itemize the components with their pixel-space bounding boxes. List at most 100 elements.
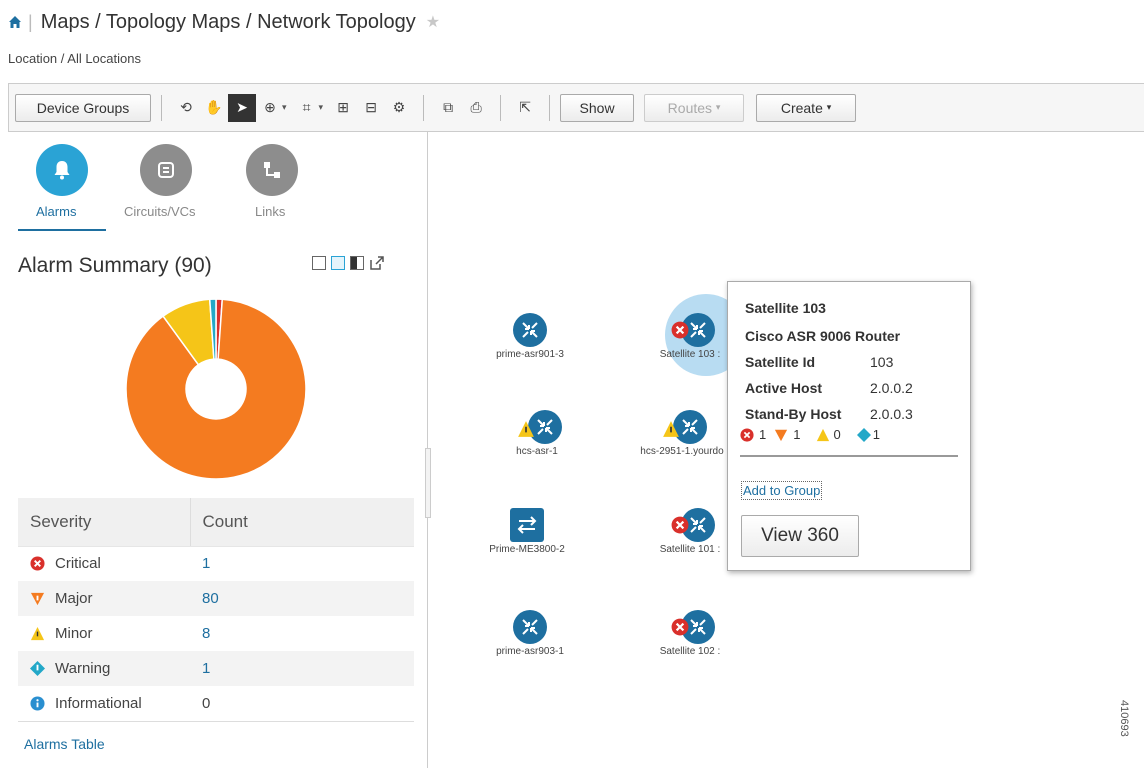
- tab-circuits-label[interactable]: Circuits/VCs: [124, 204, 196, 219]
- figure-id: 410693: [1118, 700, 1130, 737]
- node-label: prime-asr903-1: [496, 646, 564, 657]
- count-value[interactable]: 1: [190, 651, 414, 686]
- select-pointer-icon[interactable]: ➤: [228, 93, 256, 122]
- add-to-group-link[interactable]: Add to Group: [741, 481, 823, 500]
- table-row[interactable]: Critical 1: [18, 546, 414, 581]
- breadcrumb: Maps / Topology Maps / Network Topology: [40, 10, 416, 33]
- warning-icon: [856, 427, 871, 442]
- major-icon: [30, 592, 45, 606]
- warning-count: 1: [872, 427, 880, 442]
- node-prime-me3800-2[interactable]: Prime-ME3800-2: [462, 508, 592, 555]
- severity-label: Critical: [55, 555, 101, 573]
- node-hcs-asr-1[interactable]: hcs-asr-1: [472, 410, 602, 457]
- count-value[interactable]: 1: [190, 546, 414, 581]
- count-value[interactable]: 8: [190, 616, 414, 651]
- routes-label: Routes: [667, 99, 713, 116]
- router-icon: [513, 313, 547, 347]
- active-tab-indicator: [18, 229, 106, 231]
- count-value[interactable]: 80: [190, 581, 414, 616]
- major-icon: [775, 429, 788, 441]
- export-icon[interactable]: ⇱: [511, 94, 539, 122]
- zoom-icon[interactable]: ⊕: [256, 94, 284, 122]
- refresh-icon[interactable]: ⟲: [172, 94, 200, 122]
- routes-dropdown-icon: ▾: [715, 102, 721, 112]
- routes-button[interactable]: Routes ▾: [644, 93, 745, 122]
- layout-dropdown-icon[interactable]: ▾: [319, 102, 324, 113]
- node-label: prime-asr901-3: [496, 349, 564, 360]
- critical-count: 1: [759, 427, 767, 442]
- tab-alarms-label[interactable]: Alarms: [36, 204, 76, 219]
- layout-half-icon[interactable]: [350, 256, 364, 270]
- tab-links-label[interactable]: Links: [255, 204, 285, 219]
- severity-label: Informational: [55, 695, 142, 712]
- tab-circuits[interactable]: [140, 144, 192, 196]
- satellite-id-label: Satellite Id: [745, 354, 816, 370]
- major-count: 1: [793, 427, 801, 442]
- minor-alarm-icon: [663, 421, 679, 437]
- minor-icon: [817, 428, 830, 441]
- satellite-id-value: 103: [870, 354, 894, 370]
- location-breadcrumb[interactable]: Location / All Locations: [8, 51, 141, 66]
- link-icon: [264, 162, 280, 178]
- layout-split-icon[interactable]: [331, 256, 345, 270]
- table-row[interactable]: Warning 1: [18, 651, 414, 686]
- warning-icon: [30, 661, 45, 676]
- device-groups-button[interactable]: Device Groups: [15, 93, 151, 122]
- popup-device-type: Cisco ASR 9006 Router: [745, 328, 901, 344]
- table-row[interactable]: Informational 0: [18, 686, 414, 721]
- severity-label: Major: [55, 590, 93, 607]
- bell-icon: [54, 161, 70, 180]
- node-prime-asr901-3[interactable]: prime-asr901-3: [465, 313, 595, 360]
- network-icon[interactable]: ⚙: [385, 94, 413, 122]
- popout-icon[interactable]: [369, 255, 385, 271]
- create-button[interactable]: Create ▾: [756, 93, 857, 122]
- node-prime-asr903-1[interactable]: prime-asr903-1: [465, 610, 595, 657]
- header-separator: |: [28, 11, 33, 32]
- alarms-table-link[interactable]: Alarms Table: [24, 736, 105, 752]
- standby-host-label: Stand-By Host: [745, 406, 842, 422]
- tab-links[interactable]: [246, 144, 298, 196]
- minor-icon: [30, 626, 45, 641]
- toolbar-separator: [549, 94, 551, 121]
- table-row[interactable]: Major 80: [18, 581, 414, 616]
- alarm-summary-title: Alarm Summary (90): [18, 254, 212, 277]
- popup-divider: [740, 455, 958, 457]
- collapse-icon[interactable]: ⊟: [357, 94, 385, 122]
- active-host-label: Active Host: [745, 380, 823, 396]
- standby-host-value: 2.0.0.3: [870, 406, 913, 422]
- minor-alarm-icon: [518, 421, 534, 437]
- critical-alarm-icon: [671, 618, 689, 636]
- pan-hand-icon[interactable]: ✋: [200, 94, 228, 122]
- view-360-button[interactable]: View 360: [741, 515, 859, 557]
- layout-single-icon[interactable]: [312, 256, 326, 270]
- device-popup: Satellite 103 Cisco ASR 9006 Router Sate…: [727, 281, 971, 571]
- critical-icon: [740, 427, 754, 442]
- node-label: Satellite 102 :: [659, 646, 721, 657]
- count-header[interactable]: Count: [189, 498, 414, 547]
- severity-table: Severity Count Critical 1 Major 80 Minor…: [18, 498, 414, 721]
- zoom-dropdown-icon[interactable]: ▾: [282, 102, 287, 113]
- layout-options: [312, 255, 385, 271]
- table-divider: [18, 721, 414, 722]
- toolbar-separator: [500, 94, 502, 121]
- tab-alarms[interactable]: [36, 144, 88, 196]
- critical-alarm-icon: [671, 516, 689, 534]
- favorite-star-icon[interactable]: ★: [426, 12, 440, 32]
- table-row[interactable]: Minor 8: [18, 616, 414, 651]
- alarm-donut-chart: [125, 298, 307, 480]
- severity-header[interactable]: Severity: [18, 498, 190, 547]
- home-icon[interactable]: [8, 15, 22, 29]
- active-host-value: 2.0.0.2: [870, 380, 913, 396]
- print-icon[interactable]: ⎙: [462, 94, 490, 122]
- critical-alarm-icon: [671, 321, 689, 339]
- create-label: Create: [780, 99, 823, 116]
- panel-splitter[interactable]: [425, 448, 431, 518]
- create-dropdown-icon: ▾: [826, 102, 832, 112]
- layout-icon[interactable]: ⌗: [293, 94, 321, 122]
- show-button[interactable]: Show: [560, 93, 635, 122]
- node-label: hcs-asr-1: [516, 446, 558, 457]
- left-panel: Alarms Circuits/VCs Links Alarm Summary …: [0, 132, 428, 768]
- copy-icon[interactable]: ⧉: [434, 94, 462, 122]
- expand-icon[interactable]: ⊞: [329, 94, 357, 122]
- node-satellite-102[interactable]: Satellite 102 :: [625, 610, 755, 657]
